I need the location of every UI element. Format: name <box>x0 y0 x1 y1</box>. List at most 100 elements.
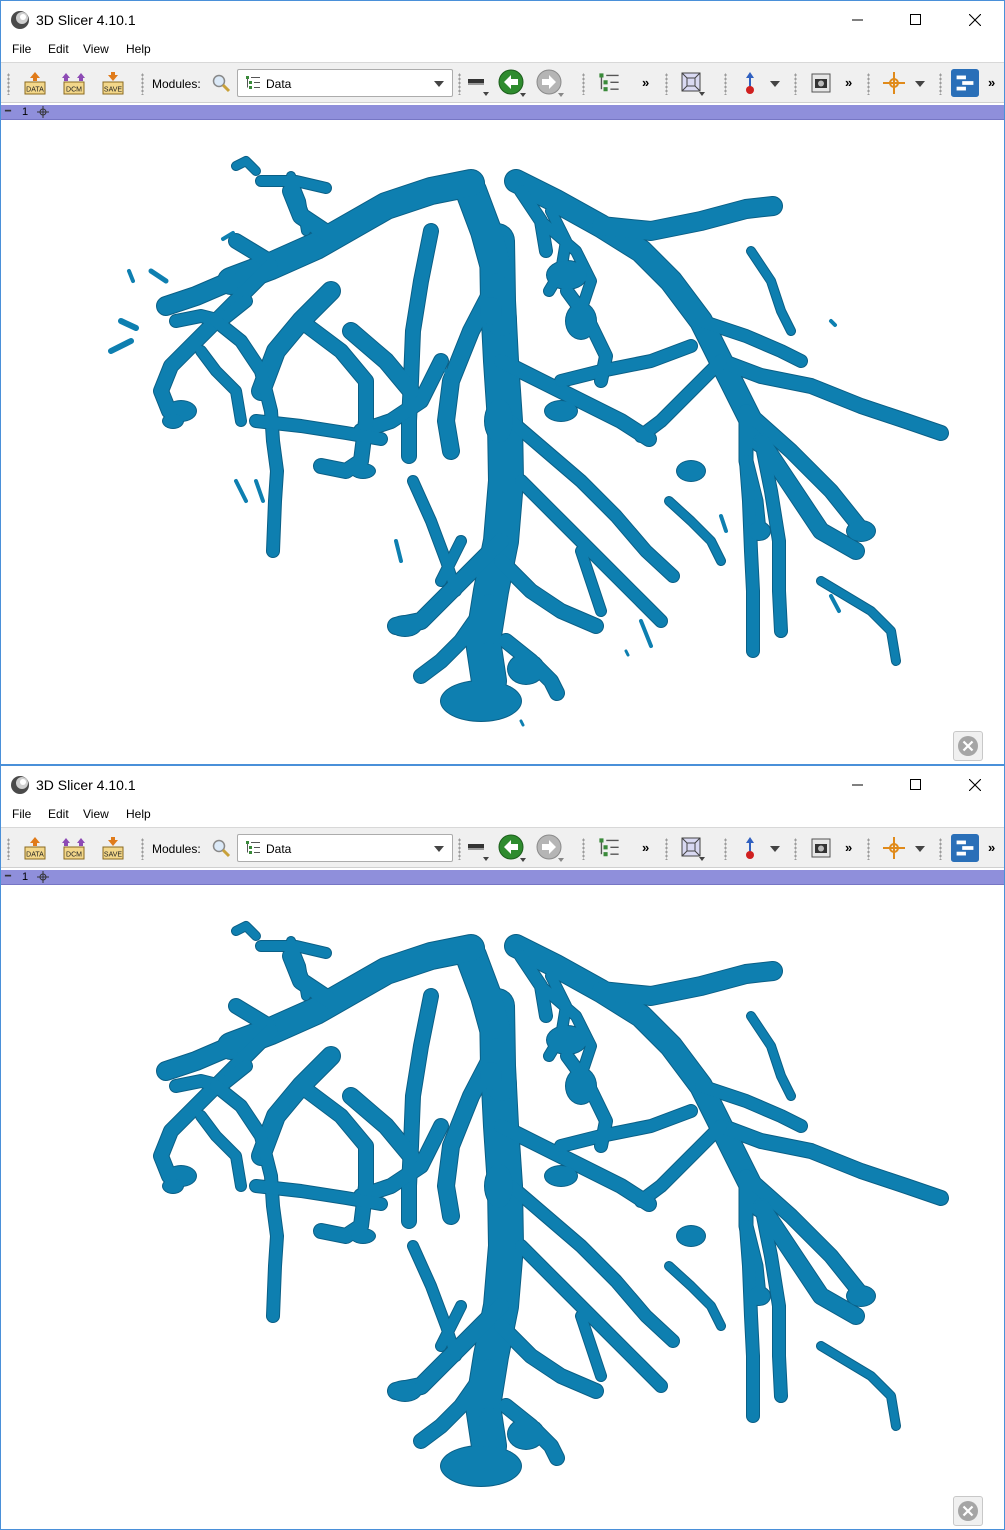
vessel-branch <box>127 269 135 283</box>
toolbar-overflow-button[interactable]: » <box>845 75 852 90</box>
menu-view[interactable]: View <box>83 807 109 821</box>
toolbar-grip[interactable] <box>724 838 727 860</box>
module-search-button[interactable] <box>207 69 235 97</box>
close-button[interactable] <box>946 766 1004 804</box>
vessel-branch <box>719 514 728 533</box>
view-options-icon[interactable] <box>37 106 49 118</box>
toolbar-grip[interactable] <box>939 73 942 95</box>
minimize-button[interactable] <box>829 766 887 804</box>
toolbar-grip[interactable] <box>458 73 461 95</box>
toolbar-grip[interactable] <box>794 838 797 860</box>
menu-edit-label: Edit <box>48 807 69 821</box>
save-button[interactable]: SAVE <box>99 834 127 862</box>
toolbar-grip[interactable] <box>458 838 461 860</box>
menu-bar: File Edit View Help <box>1 804 1004 826</box>
3d-view-button[interactable] <box>678 69 706 97</box>
data-tree-button[interactable] <box>595 69 623 97</box>
svg-text:DCM: DCM <box>66 852 82 859</box>
layout-button[interactable] <box>463 834 491 862</box>
load-dicom-button[interactable]: DCM <box>60 834 88 862</box>
menu-help-label: Help <box>126 42 151 56</box>
markup-button[interactable] <box>736 834 764 862</box>
chevron-down-icon[interactable] <box>770 846 780 852</box>
toolbar-overflow-button[interactable]: » <box>642 840 649 855</box>
vessel-junction <box>748 522 770 540</box>
menu-edit[interactable]: Edit <box>48 807 69 821</box>
toolbar-grip[interactable] <box>939 838 942 860</box>
load-dicom-icon: DCM <box>62 73 85 95</box>
chevron-down-icon <box>434 846 444 852</box>
module-search-button[interactable] <box>207 834 235 862</box>
3d-view[interactable] <box>1 121 1004 764</box>
load-dicom-icon: DCM <box>62 838 85 860</box>
menu-file[interactable]: File <box>12 807 31 821</box>
back-button[interactable] <box>498 69 526 97</box>
3d-view-controller-bar: ━ 1 <box>1 105 1004 120</box>
toolbar-grip[interactable] <box>665 73 668 95</box>
layout-button[interactable] <box>463 69 491 97</box>
pin-icon[interactable]: ━ <box>5 871 11 882</box>
crosshair-button[interactable] <box>880 69 908 97</box>
maximize-button[interactable] <box>887 1 945 39</box>
module-selected-value: Data <box>266 77 292 91</box>
3d-view-button[interactable] <box>678 834 706 862</box>
screenshot-button[interactable] <box>807 834 835 862</box>
toolbar-grip[interactable] <box>867 73 870 95</box>
load-data-button[interactable]: DATA <box>21 834 49 862</box>
forward-button[interactable] <box>536 69 564 97</box>
toolbar-grip[interactable] <box>724 73 727 95</box>
screenshot-button[interactable] <box>807 69 835 97</box>
vessel-branch <box>254 479 265 503</box>
data-tree-icon <box>599 838 619 857</box>
chevron-down-icon[interactable] <box>915 81 925 87</box>
3d-view[interactable] <box>1 886 1004 1529</box>
toolbar-grip[interactable] <box>794 73 797 95</box>
pin-icon[interactable]: ━ <box>5 106 11 117</box>
toolbar-overflow-button[interactable]: » <box>988 75 995 90</box>
chevron-down-icon[interactable] <box>915 846 925 852</box>
toolbar-grip[interactable] <box>7 73 10 95</box>
vessel-junction <box>485 1164 513 1208</box>
back-button[interactable] <box>498 834 526 862</box>
toolbar-grip[interactable] <box>582 838 585 860</box>
screenshot-icon <box>811 73 831 93</box>
view-close-button[interactable] <box>953 1496 983 1526</box>
menu-edit[interactable]: Edit <box>48 42 69 56</box>
module-selector[interactable]: Data <box>237 834 453 862</box>
vessel-branch <box>394 539 403 563</box>
menu-view[interactable]: View <box>83 42 109 56</box>
menu-help[interactable]: Help <box>126 42 151 56</box>
close-button[interactable] <box>946 1 1004 39</box>
module-selector[interactable]: Data <box>237 69 453 97</box>
markup-button[interactable] <box>736 69 764 97</box>
menu-file-label: File <box>12 42 32 56</box>
toolbar-grip[interactable] <box>665 838 668 860</box>
menu-view-label: View <box>83 807 109 821</box>
toolbar-overflow-button[interactable]: » <box>642 75 649 90</box>
toolbar-overflow-button[interactable]: » <box>988 840 995 855</box>
menu-help[interactable]: Help <box>126 807 151 821</box>
search-icon <box>212 839 231 858</box>
toolbar-grip[interactable] <box>582 73 585 95</box>
toolbar-grip[interactable] <box>867 838 870 860</box>
load-data-button[interactable]: DATA <box>21 69 49 97</box>
data-tree-button[interactable] <box>595 834 623 862</box>
toolbar-grip[interactable] <box>141 838 144 860</box>
toolbar-overflow-button[interactable]: » <box>845 840 852 855</box>
menu-file[interactable]: File <box>12 42 31 56</box>
save-button[interactable]: SAVE <box>99 69 127 97</box>
view-close-button[interactable] <box>953 731 983 761</box>
toolbar-grip[interactable] <box>141 73 144 95</box>
markup-icon <box>746 72 754 94</box>
view-close-icon <box>958 736 978 756</box>
forward-button[interactable] <box>536 834 564 862</box>
extensions-button[interactable] <box>951 834 979 862</box>
maximize-button[interactable] <box>887 766 945 804</box>
crosshair-button[interactable] <box>880 834 908 862</box>
chevron-down-icon[interactable] <box>770 81 780 87</box>
view-options-icon[interactable] <box>37 871 49 883</box>
toolbar-grip[interactable] <box>7 838 10 860</box>
load-dicom-button[interactable]: DCM <box>60 69 88 97</box>
extensions-button[interactable] <box>951 69 979 97</box>
minimize-button[interactable] <box>829 1 887 39</box>
